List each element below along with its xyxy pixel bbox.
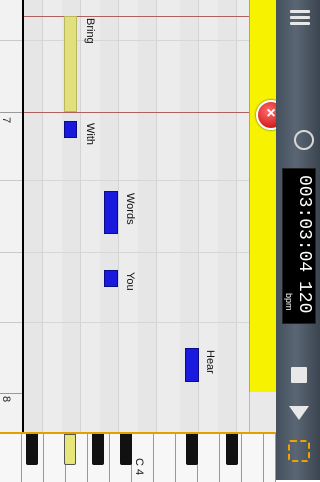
- loop-marker-line: [0, 112, 276, 113]
- ruler-tick: [0, 40, 22, 41]
- lane-divider: [118, 0, 119, 432]
- note-selected[interactable]: [64, 16, 77, 112]
- play-icon[interactable]: [289, 406, 309, 420]
- note[interactable]: [185, 348, 199, 382]
- white-key[interactable]: [198, 434, 220, 482]
- ruler-tick: [0, 252, 22, 253]
- white-key[interactable]: [44, 434, 66, 482]
- lyric-label: You: [124, 272, 136, 291]
- ruler-tick: [0, 112, 22, 113]
- ruler-tick: [0, 322, 22, 323]
- lane: [218, 0, 236, 432]
- loop-marker-line: [0, 16, 276, 17]
- white-key[interactable]: [264, 434, 276, 482]
- note[interactable]: [104, 270, 118, 287]
- white-key[interactable]: [0, 434, 22, 482]
- black-key[interactable]: [186, 434, 198, 465]
- white-key[interactable]: [242, 434, 264, 482]
- ruler-tick: [0, 393, 22, 394]
- beat-line: [22, 180, 276, 181]
- lyric-label: Words: [124, 193, 136, 225]
- beat-line: [22, 252, 276, 253]
- time-display: 003:03:04 120 bpm: [282, 168, 316, 324]
- measure-ruler: 7 8: [0, 0, 22, 432]
- menu-icon[interactable]: [290, 10, 310, 26]
- beat-line: [22, 322, 276, 323]
- position-readout: 003:03:04: [294, 175, 314, 273]
- lane-divider: [80, 0, 81, 432]
- black-key[interactable]: [226, 434, 238, 465]
- lyric-label: With: [84, 123, 96, 145]
- black-key[interactable]: [26, 434, 38, 465]
- user-icon[interactable]: [294, 130, 314, 150]
- note[interactable]: [104, 191, 118, 234]
- selection-strip-end: [249, 392, 276, 432]
- measure-number: 8: [0, 396, 12, 403]
- piano-roll[interactable]: 7 8 Bring With Words You Hear: [0, 0, 276, 432]
- beat-line: [22, 40, 276, 41]
- note[interactable]: [64, 121, 77, 138]
- white-key[interactable]: [154, 434, 176, 482]
- tempo-unit: bpm: [284, 293, 294, 311]
- tempo-readout: 120: [294, 281, 314, 314]
- black-key[interactable]: [92, 434, 104, 465]
- loop-icon[interactable]: [288, 440, 310, 462]
- stop-icon[interactable]: [291, 367, 307, 383]
- measure-number: 7: [0, 117, 12, 124]
- lane-divider: [236, 0, 237, 432]
- keyboard-edge-line: [22, 0, 24, 432]
- lyric-label: Hear: [204, 350, 216, 374]
- black-key-selected[interactable]: [64, 434, 76, 465]
- selection-strip[interactable]: [249, 0, 276, 392]
- key-label-c4: C 4: [133, 458, 145, 476]
- ruler-tick: [0, 180, 22, 181]
- lyric-label: Bring: [84, 18, 96, 44]
- black-key[interactable]: [120, 434, 132, 465]
- lane: [138, 0, 156, 432]
- lane-divider: [156, 0, 157, 432]
- lane: [24, 0, 42, 432]
- lane-divider: [42, 0, 43, 432]
